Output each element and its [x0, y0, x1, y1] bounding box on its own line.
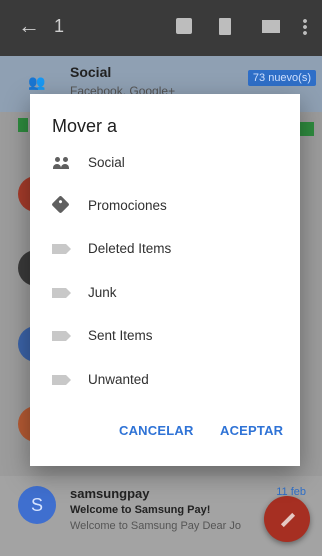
label-icon [52, 331, 71, 341]
option-label: Junk [88, 285, 117, 300]
email-snippet: Welcome to Samsung Pay Dear Jo [70, 520, 241, 532]
back-arrow-icon[interactable]: ← [18, 14, 40, 38]
option-junk[interactable]: Junk [30, 274, 300, 314]
option-label: Unwanted [88, 372, 149, 387]
more-options-icon[interactable] [303, 18, 307, 36]
new-count-badge: 73 nuevo(s) [247, 70, 316, 86]
accept-button[interactable]: ACEPTAR [220, 423, 283, 438]
email-subject: Welcome to Samsung Pay! [70, 504, 211, 516]
delete-icon[interactable] [219, 18, 231, 35]
action-bar: ← 1 [0, 0, 322, 56]
people-icon: 👥 [28, 74, 46, 90]
pencil-icon [280, 512, 296, 528]
dialog-title: Mover a [52, 116, 118, 136]
social-row-title: Social [70, 64, 112, 80]
label-icon [52, 375, 71, 385]
move-to-dialog: Mover a Social Promociones Deleted Items… [30, 94, 300, 466]
option-deleted-items[interactable]: Deleted Items [30, 230, 300, 270]
label-icon [52, 288, 71, 298]
option-promociones[interactable]: Promociones [30, 187, 300, 227]
label-marker [300, 122, 314, 136]
label-icon [52, 244, 71, 254]
option-social[interactable]: Social [30, 144, 300, 184]
option-unwanted[interactable]: Unwanted [30, 361, 300, 401]
selected-count: 1 [54, 16, 65, 36]
option-sent-items[interactable]: Sent Items [30, 317, 300, 357]
label-marker [18, 118, 28, 132]
tag-icon [51, 195, 70, 214]
option-label: Social [88, 155, 125, 170]
cancel-button[interactable]: CANCELAR [119, 423, 194, 438]
option-label: Deleted Items [88, 241, 172, 256]
archive-icon[interactable] [176, 18, 192, 34]
people-icon [52, 156, 72, 172]
screen: ← 1 👥 Social Facebook, Google+ 73 nuevo(… [0, 0, 322, 556]
option-label: Sent Items [88, 328, 153, 343]
mark-unread-icon[interactable] [262, 20, 280, 33]
option-label: Promociones [88, 198, 167, 213]
compose-button[interactable] [264, 496, 310, 542]
email-sender: samsungpay [70, 486, 150, 501]
sender-avatar: S [18, 486, 56, 524]
